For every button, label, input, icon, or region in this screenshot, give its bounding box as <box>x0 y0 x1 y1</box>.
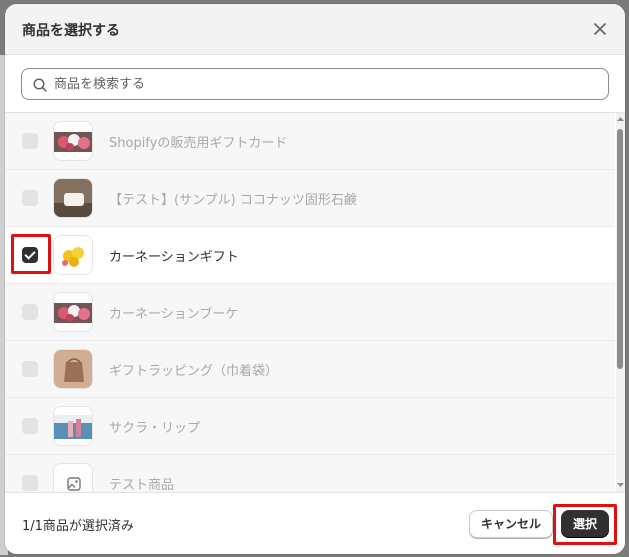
select-button[interactable]: 選択 <box>561 510 609 538</box>
product-row[interactable]: テスト商品 <box>5 455 615 492</box>
dialog-footer: 1/1商品が選択済み キャンセル 選択 <box>5 492 625 554</box>
product-row[interactable]: ギフトラッピング（巾着袋） <box>5 341 615 398</box>
product-thumbnail <box>53 406 93 446</box>
dialog-title: 商品を選択する <box>22 23 120 39</box>
product-checkbox[interactable] <box>22 304 38 320</box>
product-select-dialog: 商品を選択する 商品を検索する Shopifyの販売用ギフトカード 【テスト】(… <box>5 4 625 554</box>
close-icon <box>594 23 606 35</box>
product-thumbnail <box>53 463 93 492</box>
product-name: カーネーションブーケ <box>109 307 239 322</box>
product-name: サクラ・リップ <box>109 421 201 436</box>
search-field[interactable] <box>21 68 609 100</box>
search-input[interactable] <box>54 73 594 95</box>
selection-count: 1/1商品が選択済み <box>22 519 134 534</box>
product-name: テスト商品 <box>109 478 175 492</box>
product-checkbox[interactable] <box>22 418 38 434</box>
product-name: カーネーションギフト <box>109 250 239 265</box>
product-row[interactable]: カーネーションブーケ <box>5 284 615 341</box>
product-thumbnail <box>53 349 93 389</box>
product-checkbox[interactable] <box>22 133 38 149</box>
product-row[interactable]: サクラ・リップ <box>5 398 615 455</box>
product-name: 【テスト】(サンプル) ココナッツ固形石鹸 <box>109 193 357 208</box>
scroll-down-arrow-icon[interactable] <box>617 482 624 488</box>
product-name: ギフトラッピング（巾着袋） <box>109 364 279 379</box>
product-checkbox[interactable] <box>22 190 38 206</box>
search-icon <box>33 78 47 92</box>
product-list: Shopifyの販売用ギフトカード 【テスト】(サンプル) ココナッツ固形石鹸 <box>5 113 625 492</box>
product-name: Shopifyの販売用ギフトカード <box>109 136 288 151</box>
product-row-selected[interactable]: カーネーションギフト <box>5 227 615 284</box>
scrollbar-thumb[interactable] <box>617 129 623 369</box>
image-placeholder-icon <box>67 477 81 491</box>
dialog-header: 商品を選択する <box>5 4 625 55</box>
search-bar <box>5 55 625 113</box>
product-thumbnail <box>53 178 93 218</box>
scroll-up-arrow-icon[interactable] <box>617 116 624 122</box>
product-row[interactable]: Shopifyの販売用ギフトカード <box>5 113 615 170</box>
product-checkbox[interactable] <box>22 361 38 377</box>
close-button[interactable] <box>589 18 611 40</box>
product-row[interactable]: 【テスト】(サンプル) ココナッツ固形石鹸 <box>5 170 615 227</box>
product-checkbox[interactable] <box>22 475 38 491</box>
checkbox-highlight-annotation <box>11 234 51 274</box>
product-thumbnail <box>53 121 93 161</box>
product-thumbnail <box>53 292 93 332</box>
cancel-button[interactable]: キャンセル <box>469 510 553 538</box>
product-thumbnail <box>53 235 93 275</box>
list-scrollbar[interactable] <box>616 113 625 492</box>
